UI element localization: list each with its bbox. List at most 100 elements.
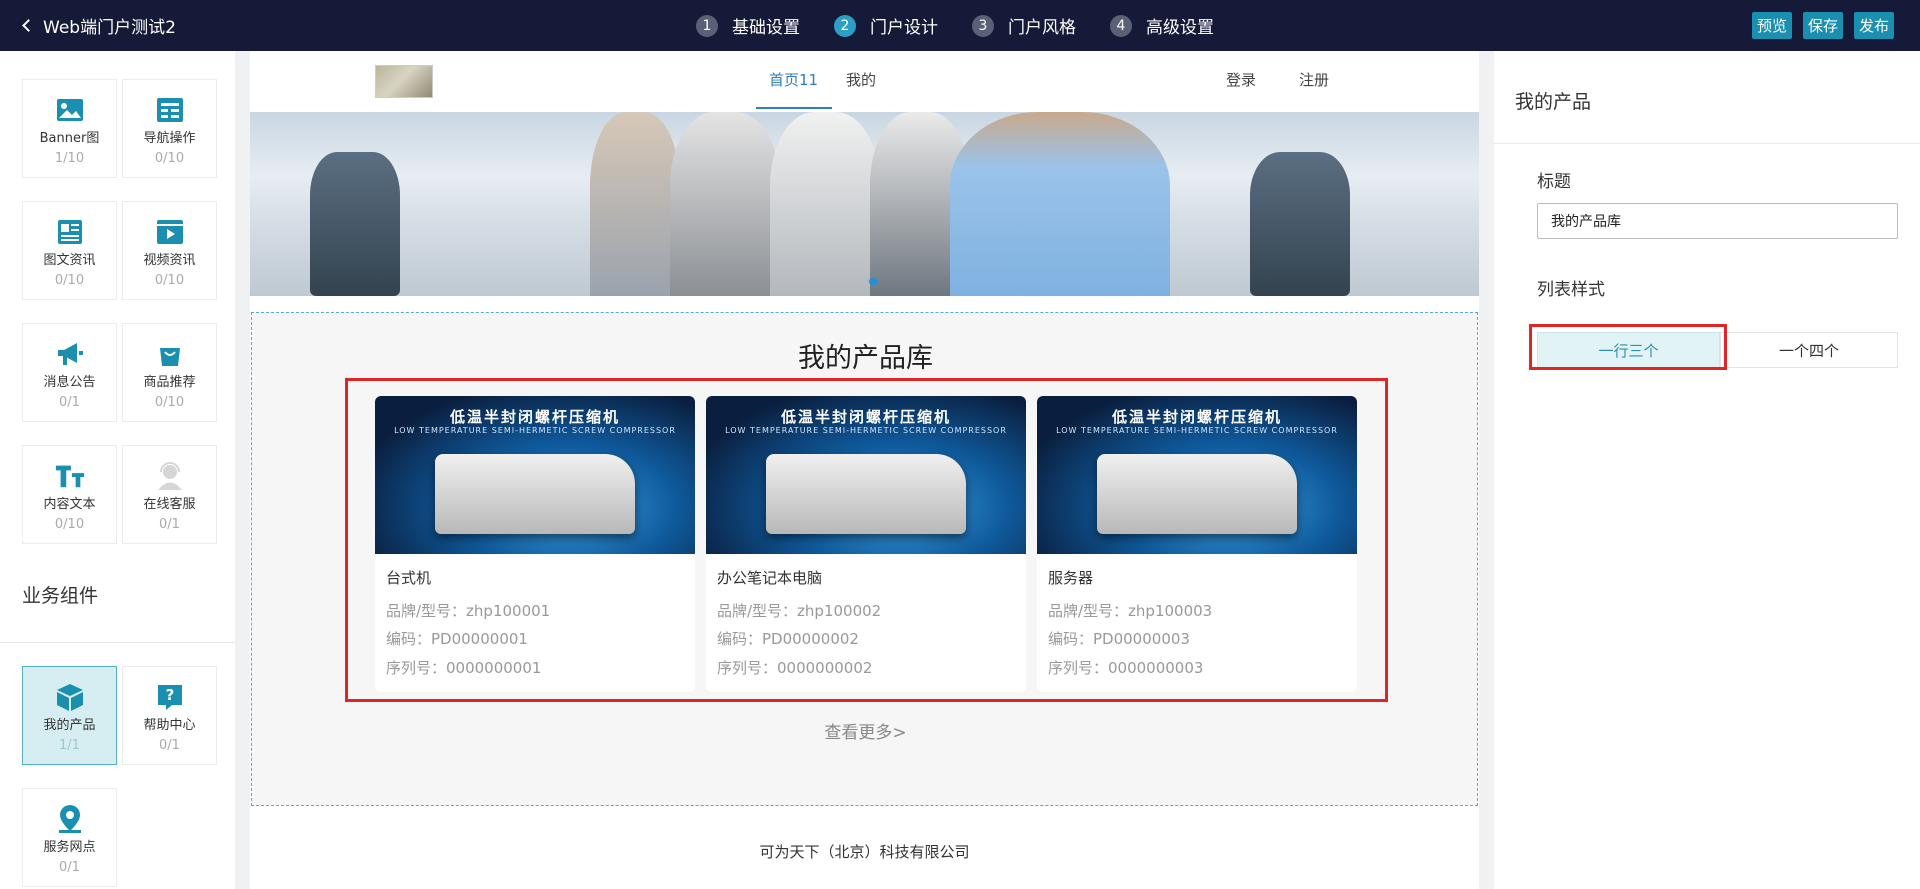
view-more-link[interactable]: 查看更多> — [252, 718, 1479, 743]
banner-figure — [590, 112, 680, 296]
style-option-four-per-row[interactable]: 一个四个 — [1720, 332, 1898, 368]
preview-button[interactable]: 预览 — [1751, 12, 1792, 39]
step-basic-settings[interactable]: 1 基础设置 — [696, 13, 800, 38]
top-bar: Web端门户测试2 1 基础设置 2 门户设计 3 门户风格 4 高级设置 预览… — [0, 0, 1920, 51]
portal-navbar: 首页11 我的 登录 注册 — [250, 51, 1479, 112]
product-image-subtitle: LOW TEMPERATURE SEMI-HERMETIC SCREW COMP… — [1056, 426, 1338, 435]
component-count: 0/10 — [54, 517, 85, 532]
compressor-graphic — [435, 454, 635, 534]
step-number: 2 — [834, 14, 856, 37]
component-my-products[interactable]: 我的产品 1/1 — [22, 666, 117, 765]
svg-text:?: ? — [165, 686, 174, 704]
step-portal-design[interactable]: 2 门户设计 — [834, 13, 938, 38]
component-count: 0/1 — [59, 395, 80, 410]
product-card[interactable]: 低温半封闭螺杆压缩机 LOW TEMPERATURE SEMI-HERMETIC… — [706, 396, 1026, 692]
business-components-title: 业务组件 — [22, 585, 99, 607]
property-panel: 我的产品 标题 我的产品库 列表样式 一行三个 一个四个 — [1494, 51, 1920, 889]
nav-mine[interactable]: 我的 — [846, 69, 876, 90]
component-label: 帮助中心 — [143, 718, 196, 733]
carousel-indicator[interactable] — [869, 277, 878, 286]
compressor-graphic — [766, 454, 966, 534]
product-image-subtitle: LOW TEMPERATURE SEMI-HERMETIC SCREW COMP… — [394, 426, 676, 435]
product-code: 编码：PD00000001 — [386, 630, 528, 648]
product-image-title: 低温半封闭螺杆压缩机 — [780, 408, 951, 426]
product-brand: 品牌/型号：zhp100001 — [386, 602, 551, 620]
component-count: 1/10 — [54, 151, 85, 166]
product-name: 服务器 — [1048, 569, 1094, 587]
component-text[interactable]: 内容文本 0/10 — [22, 445, 117, 544]
component-navigation[interactable]: 导航操作 0/10 — [122, 79, 217, 178]
product-code: 编码：PD00000002 — [717, 630, 859, 648]
portal-logo — [375, 65, 433, 98]
megaphone-icon — [54, 338, 86, 370]
component-label: 视频资讯 — [143, 253, 196, 268]
highlight-box: 低温半封闭螺杆压缩机 LOW TEMPERATURE SEMI-HERMETIC… — [345, 378, 1388, 702]
step-number: 1 — [696, 14, 718, 37]
login-link[interactable]: 登录 — [1226, 69, 1256, 90]
product-card[interactable]: 低温半封闭螺杆压缩机 LOW TEMPERATURE SEMI-HERMETIC… — [1037, 396, 1357, 692]
component-article[interactable]: 图文资讯 0/10 — [22, 201, 117, 300]
title-input[interactable]: 我的产品库 — [1537, 203, 1898, 239]
divider — [0, 642, 235, 643]
customer-service-icon — [154, 460, 186, 492]
banner-chair — [310, 152, 400, 296]
component-label: 导航操作 — [143, 131, 196, 146]
header-actions: 预览 保存 发布 — [1751, 12, 1894, 39]
component-count: 0/10 — [154, 395, 185, 410]
register-link[interactable]: 注册 — [1299, 69, 1329, 90]
list-style-label: 列表样式 — [1537, 280, 1605, 300]
step-label: 基础设置 — [732, 18, 800, 38]
component-customer-service[interactable]: 在线客服 0/1 — [122, 445, 217, 544]
banner-figure — [670, 112, 780, 296]
video-icon — [154, 216, 186, 248]
component-video[interactable]: 视频资讯 0/10 — [122, 201, 217, 300]
panel-title: 我的产品 — [1515, 91, 1592, 113]
product-image-title: 低温半封闭螺杆压缩机 — [1111, 408, 1282, 426]
component-label: 内容文本 — [43, 497, 96, 512]
product-code: 编码：PD00000003 — [1048, 630, 1190, 648]
component-count: 0/1 — [59, 860, 80, 875]
step-label: 门户设计 — [870, 18, 938, 38]
publish-button[interactable]: 发布 — [1853, 12, 1894, 39]
banner-chair — [1250, 152, 1350, 296]
component-label: 我的产品 — [43, 718, 96, 733]
component-count: 0/1 — [159, 517, 180, 532]
component-panel: Banner图 1/10 导航操作 0/10 图文资讯 0/10 视频资讯 0/… — [0, 51, 235, 889]
step-label: 门户风格 — [1008, 18, 1076, 38]
component-label: 商品推荐 — [143, 375, 196, 390]
component-help-center[interactable]: ? 帮助中心 0/1 — [122, 666, 217, 765]
product-card[interactable]: 低温半封闭螺杆压缩机 LOW TEMPERATURE SEMI-HERMETIC… — [375, 396, 695, 692]
chevron-left-icon — [22, 19, 35, 32]
image-icon — [54, 94, 86, 126]
nav-icon — [154, 94, 186, 126]
product-image: 低温半封闭螺杆压缩机 LOW TEMPERATURE SEMI-HERMETIC… — [1037, 396, 1357, 554]
component-label: 消息公告 — [43, 375, 96, 390]
component-announcement[interactable]: 消息公告 0/1 — [22, 323, 117, 422]
back-button[interactable]: Web端门户测试2 — [22, 0, 176, 51]
save-button[interactable]: 保存 — [1802, 12, 1843, 39]
step-number: 3 — [972, 14, 994, 37]
product-name: 台式机 — [386, 569, 432, 587]
product-image-subtitle: LOW TEMPERATURE SEMI-HERMETIC SCREW COMP… — [725, 426, 1007, 435]
step-portal-style[interactable]: 3 门户风格 — [972, 13, 1076, 38]
my-products-section[interactable]: 我的产品库 低温半封闭螺杆压缩机 LOW TEMPERATURE SEMI-HE… — [251, 312, 1478, 806]
component-label: 图文资讯 — [43, 253, 96, 268]
section-title: 我的产品库 — [798, 343, 933, 374]
banner-image[interactable] — [250, 112, 1479, 296]
portal-name: Web端门户测试2 — [43, 18, 176, 38]
nav-active-underline — [756, 107, 832, 109]
component-count: 0/10 — [154, 273, 185, 288]
compressor-graphic — [1097, 454, 1297, 534]
divider — [1494, 143, 1920, 144]
text-icon — [54, 460, 86, 492]
nav-home[interactable]: 首页11 — [769, 69, 818, 90]
component-banner[interactable]: Banner图 1/10 — [22, 79, 117, 178]
component-service-outlets[interactable]: 服务网点 0/1 — [22, 788, 117, 887]
component-label: Banner图 — [39, 131, 100, 146]
component-product-recommend[interactable]: 商品推荐 0/10 — [122, 323, 217, 422]
banner-figure — [770, 112, 880, 296]
component-count: 0/1 — [159, 738, 180, 753]
step-advanced-settings[interactable]: 4 高级设置 — [1110, 13, 1214, 38]
component-label: 服务网点 — [43, 840, 96, 855]
component-count: 0/10 — [154, 151, 185, 166]
